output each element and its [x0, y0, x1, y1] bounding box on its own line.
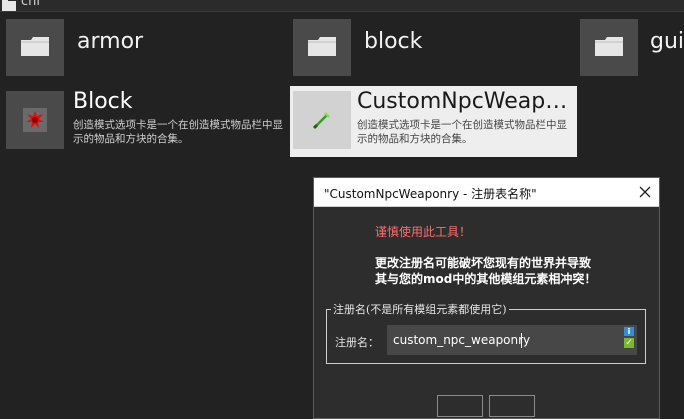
folder-icon	[594, 35, 624, 61]
top-bar: cni	[0, 0, 684, 12]
text-caret	[521, 333, 522, 348]
tab-description: 创造模式选项卡是一个在创造模式物品栏中显示的物品和方块的合集。	[357, 119, 567, 145]
group-label: 注册名(不是所有模组元素都使用它)	[331, 301, 509, 317]
folder-label-armor[interactable]: armor	[77, 29, 143, 54]
red-block-icon	[21, 106, 49, 134]
folder-icon	[20, 35, 50, 61]
folder-icon	[2, 0, 16, 11]
current-folder-label: cni	[21, 0, 40, 9]
info-icon: i	[624, 327, 634, 336]
folder-label-gui[interactable]: gui	[650, 29, 684, 54]
tab-title: CustomNpcWeap…	[357, 89, 568, 114]
weapon-icon	[308, 106, 336, 134]
tab-title: Block	[73, 89, 133, 114]
registry-name-dialog: "CustomNpcWeaponry - 注册表名称" 谨慎使用此工具！ 更改注…	[313, 177, 660, 419]
close-icon	[639, 186, 651, 198]
folder-label-block[interactable]: block	[364, 29, 422, 54]
warning-title: 谨慎使用此工具！	[375, 225, 472, 239]
folder-icon	[307, 35, 337, 61]
tab-description: 创造模式选项卡是一个在创造模式物品栏中显示的物品和方块的合集。	[73, 119, 283, 145]
warning-line: 更改注册名可能破坏您现有的世界并导致	[375, 256, 592, 270]
dialog-title: "CustomNpcWeaponry - 注册表名称"	[324, 187, 537, 201]
tab-card-customnpcweaponry[interactable]: CustomNpcWeap… 创造模式选项卡是一个在创造模式物品栏中显示的物品和…	[290, 86, 577, 157]
check-icon: ✓	[624, 338, 634, 348]
warning-message: 更改注册名可能破坏您现有的世界并导致 其与您的mod中的其他模组元素相冲突！	[375, 255, 635, 287]
warning-line: 其与您的mod中的其他模组元素相冲突！	[375, 272, 597, 286]
folder-tile-gui[interactable]	[580, 19, 638, 76]
folder-tile-block[interactable]	[293, 19, 351, 76]
tab-card-block[interactable]: Block 创造模式选项卡是一个在创造模式物品栏中显示的物品和方块的合集。	[6, 86, 286, 157]
close-button[interactable]	[635, 182, 655, 202]
folder-tile-armor[interactable]	[6, 19, 64, 76]
registry-name-input[interactable]	[387, 325, 637, 355]
tab-thumbnail	[293, 91, 351, 149]
dialog-title-bar[interactable]: "CustomNpcWeaponry - 注册表名称"	[314, 178, 659, 207]
registry-name-label: 注册名：	[335, 336, 379, 349]
cancel-button[interactable]	[489, 395, 535, 417]
ok-button[interactable]	[437, 395, 483, 417]
registry-name-group: 注册名(不是所有模组元素都使用它) 注册名： i ✓	[326, 301, 646, 364]
tab-thumbnail	[6, 91, 64, 149]
